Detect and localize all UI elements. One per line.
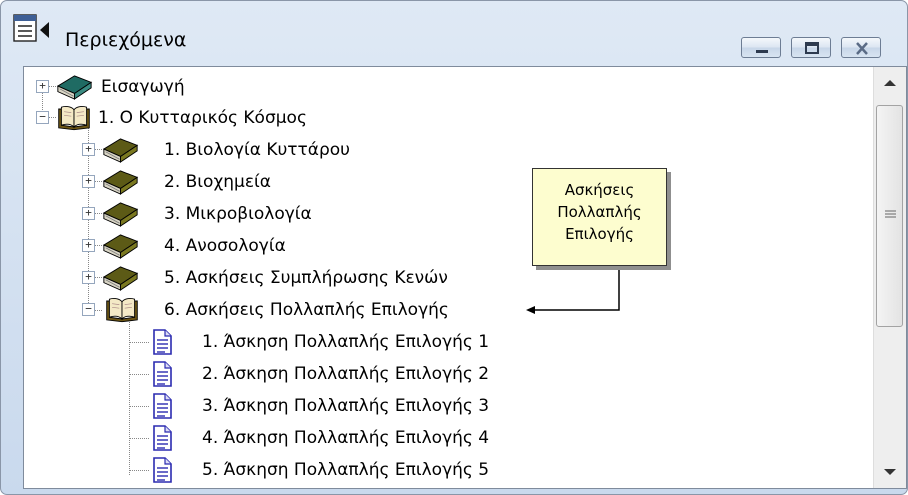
callout-line: Ασκήσεις xyxy=(564,181,635,199)
tree-node-label: 4. Ανοσολογία xyxy=(164,236,286,256)
document-icon xyxy=(151,329,173,355)
tree-node-label: 2. Βιοχημεία xyxy=(164,172,271,192)
tree-node-label: 1. Βιολογία Κυττάρου xyxy=(164,140,351,160)
tree-node-label: 6. Ασκήσεις Πολλαπλής Επιλογής xyxy=(164,300,449,320)
tree-node-label: 3. Μικροβιολογία xyxy=(164,204,312,224)
scroll-grip-icon xyxy=(885,210,896,218)
expand-toggle[interactable]: + xyxy=(82,271,95,284)
document-icon xyxy=(151,361,173,387)
document-icon xyxy=(151,457,173,483)
tree-node-label: 2. Άσκηση Πολλαπλής Επιλογής 2 xyxy=(202,364,490,384)
title-bar: Περιεχόμενα xyxy=(1,1,907,61)
open-book-icon xyxy=(56,104,92,132)
contents-list-icon xyxy=(13,14,49,42)
minimize-icon xyxy=(756,50,768,53)
scroll-down-button[interactable] xyxy=(874,456,906,488)
collapse-toggle[interactable]: − xyxy=(82,303,95,316)
tree-node-introduction[interactable]: + Εισαγωγή xyxy=(24,73,324,101)
closed-book-icon xyxy=(102,136,139,164)
closed-book-icon xyxy=(102,232,139,260)
expand-toggle[interactable]: + xyxy=(82,143,95,156)
tree-node-microbiology[interactable]: + 3. Μικροβιολογία xyxy=(24,200,424,228)
expand-toggle[interactable]: + xyxy=(82,207,95,220)
close-icon xyxy=(856,42,868,55)
tree-node-label: Εισαγωγή xyxy=(101,77,185,97)
tree-node-immunology[interactable]: + 4. Ανοσολογία xyxy=(24,232,424,260)
annotation-callout: Ασκήσεις Πολλαπλής Επιλογής xyxy=(532,168,667,266)
maximize-icon xyxy=(805,42,819,54)
closed-book-icon xyxy=(102,168,139,196)
tree-node-label: 3. Άσκηση Πολλαπλής Επιλογής 3 xyxy=(202,396,490,416)
tree-node-cellular-world[interactable]: − 1. Ο Κυτταρικός Κόσμος xyxy=(24,104,424,132)
tree-node-exercise-4[interactable]: 4. Άσκηση Πολλαπλής Επιλογής 4 xyxy=(24,424,584,452)
tree-node-multiple-choice-exercises[interactable]: − 6. Ασκήσεις Πολλαπλής Επιλογής xyxy=(24,296,524,324)
scroll-down-arrow-icon xyxy=(884,469,896,475)
tree-node-exercise-2[interactable]: 2. Άσκηση Πολλαπλής Επιλογής 2 xyxy=(24,360,584,388)
collapse-toggle[interactable]: − xyxy=(36,111,49,124)
open-book-icon xyxy=(104,296,140,324)
tree-node-exercise-5[interactable]: 5. Άσκηση Πολλαπλής Επιλογής 5 xyxy=(24,456,584,484)
vertical-scrollbar[interactable] xyxy=(873,67,906,488)
closed-book-icon xyxy=(102,264,139,292)
document-icon xyxy=(151,393,173,419)
closed-book-icon xyxy=(102,200,139,228)
tree-node-label: 1. Άσκηση Πολλαπλής Επιλογής 1 xyxy=(202,332,490,352)
maximize-button[interactable] xyxy=(791,37,831,58)
tree-node-fill-in-exercises[interactable]: + 5. Ασκήσεις Συμπλήρωσης Κενών xyxy=(24,264,524,292)
scroll-up-button[interactable] xyxy=(874,67,906,99)
callout-pointer xyxy=(526,267,620,314)
tree-node-exercise-1[interactable]: 1. Άσκηση Πολλαπλής Επιλογής 1 xyxy=(24,328,584,356)
close-button[interactable] xyxy=(841,37,881,58)
callout-line: Πολλαπλής xyxy=(557,203,642,221)
expand-toggle[interactable]: + xyxy=(36,80,49,93)
tree-node-cell-biology[interactable]: + 1. Βιολογία Κυττάρου xyxy=(24,136,424,164)
tree-node-label: 4. Άσκηση Πολλαπλής Επιλογής 4 xyxy=(202,428,490,448)
tree-node-label: 5. Ασκήσεις Συμπλήρωσης Κενών xyxy=(164,268,448,288)
tree-node-label: 5. Άσκηση Πολλαπλής Επιλογής 5 xyxy=(202,460,490,480)
closed-book-icon xyxy=(56,73,93,101)
tree-node-label: 1. Ο Κυτταρικός Κόσμος xyxy=(98,108,307,128)
callout-line: Επιλογής xyxy=(565,225,634,243)
minimize-button[interactable] xyxy=(741,37,781,58)
contents-window: Περιεχόμενα + Εισαγωγή − 1. Ο Κυτταρικός… xyxy=(0,0,908,495)
contents-tree[interactable]: + Εισαγωγή − 1. Ο Κυτταρικός Κόσμος + 1.… xyxy=(23,66,907,489)
tree-node-exercise-3[interactable]: 3. Άσκηση Πολλαπλής Επιλογής 3 xyxy=(24,392,584,420)
expand-toggle[interactable]: + xyxy=(82,175,95,188)
scroll-up-arrow-icon xyxy=(884,80,896,86)
window-title: Περιεχόμενα xyxy=(65,29,187,51)
document-icon xyxy=(151,425,173,451)
expand-toggle[interactable]: + xyxy=(82,239,95,252)
tree-node-biochemistry[interactable]: + 2. Βιοχημεία xyxy=(24,168,424,196)
scroll-thumb[interactable] xyxy=(876,105,903,327)
